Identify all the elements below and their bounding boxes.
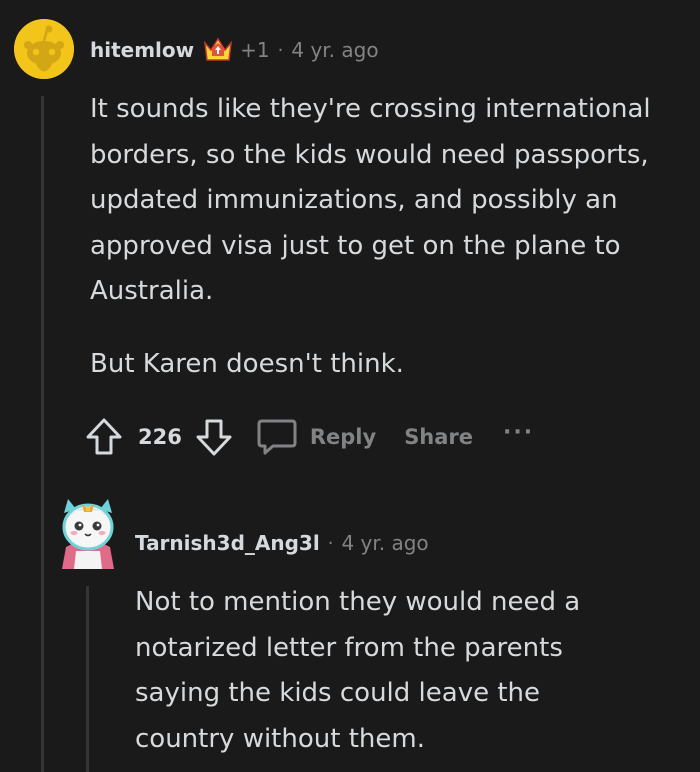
- cat-avatar-icon: [62, 499, 114, 569]
- comment-paragraph: It sounds like they're crossing internat…: [90, 94, 651, 306]
- meta-separator: ·: [277, 39, 284, 61]
- share-button[interactable]: Share: [404, 425, 473, 449]
- snoo-avatar-icon: [14, 19, 74, 79]
- reply-time[interactable]: 4 yr. ago: [341, 531, 428, 555]
- comment-header: hitemlow +1 · 4 yr. ago: [90, 36, 379, 64]
- reply-paragraph: Not to mention they would need a notariz…: [135, 587, 581, 754]
- meta-separator: ·: [327, 532, 334, 554]
- comment-time[interactable]: 4 yr. ago: [291, 38, 378, 62]
- reply-body: Not to mention they would need a notariz…: [135, 580, 625, 762]
- comment-bubble-icon: [256, 417, 298, 457]
- achievement-crown-icon: [202, 36, 234, 64]
- downvote-icon[interactable]: [194, 416, 234, 458]
- reply-thread-line[interactable]: [86, 586, 89, 772]
- upvote-icon[interactable]: [84, 416, 124, 458]
- avatar[interactable]: [14, 19, 74, 79]
- reply-avatar[interactable]: [56, 495, 120, 569]
- reply-header: Tarnish3d_Ang3l · 4 yr. ago: [135, 531, 429, 555]
- karma-badge: +1: [240, 38, 270, 62]
- more-options-icon[interactable]: ···: [503, 420, 534, 445]
- reply-button[interactable]: Reply: [256, 417, 376, 457]
- reply-label: Reply: [309, 425, 377, 449]
- reply-author[interactable]: Tarnish3d_Ang3l: [135, 531, 320, 555]
- comment-actions: 226 Reply Share ···: [84, 414, 534, 460]
- comment-paragraph: But Karen doesn't think.: [90, 348, 404, 379]
- comment-author[interactable]: hitemlow: [90, 38, 194, 62]
- vote-count: 226: [138, 425, 182, 449]
- thread-line[interactable]: [41, 96, 44, 772]
- comment-body: It sounds like they're crossing internat…: [90, 87, 675, 387]
